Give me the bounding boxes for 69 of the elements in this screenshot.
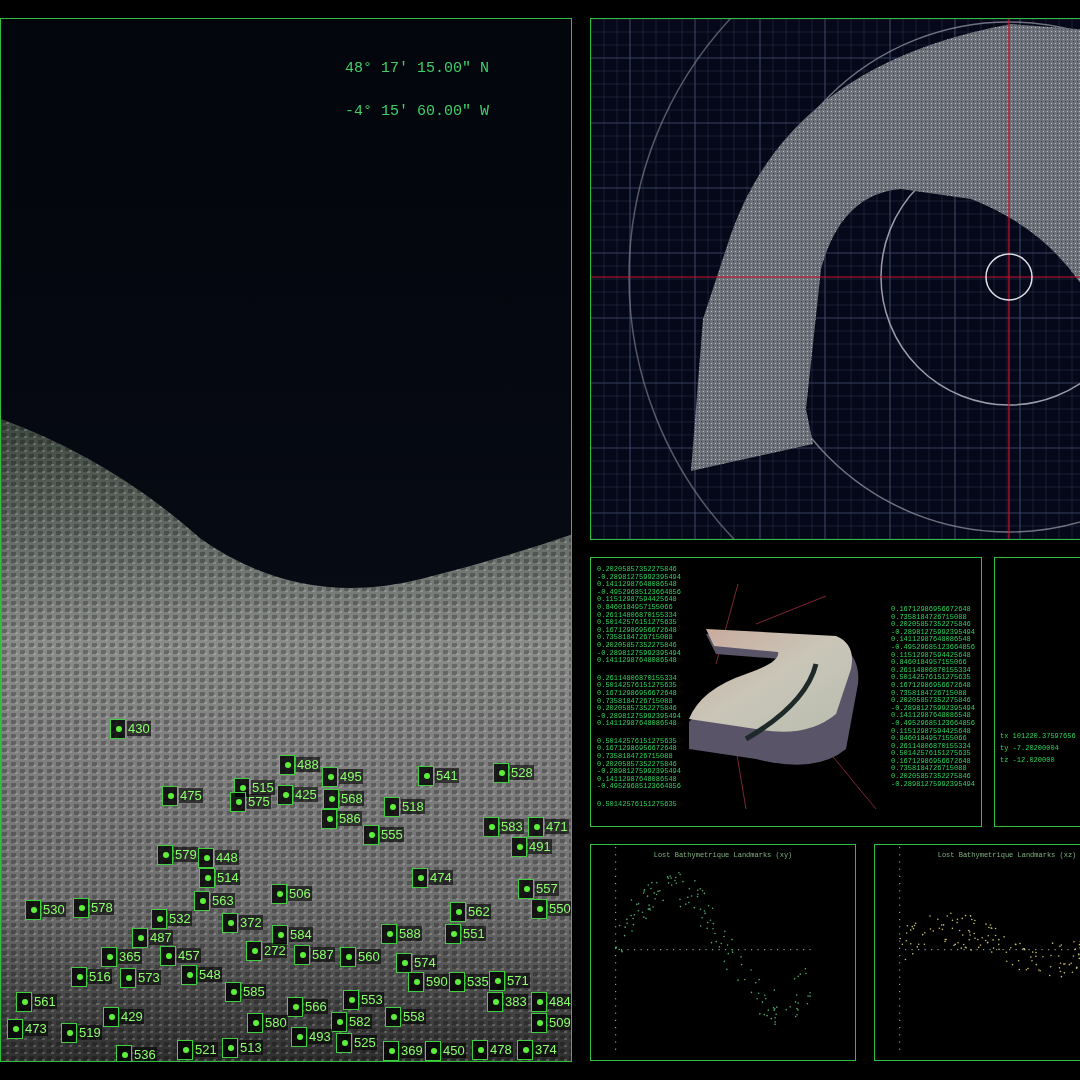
landmark-label: 521 (194, 1042, 218, 1057)
landmark-label: 573 (137, 970, 161, 985)
landmark-label: 519 (78, 1025, 102, 1040)
landmark-label: 584 (289, 927, 313, 942)
landmark-label: 272 (263, 943, 287, 958)
landmark-label: 515 (251, 780, 275, 795)
landmark-label: 474 (429, 870, 453, 885)
landmark-label: 579 (174, 847, 198, 862)
landmark-label: 488 (296, 757, 320, 772)
landmark-label: 478 (489, 1042, 513, 1057)
landmark-label: 374 (534, 1042, 558, 1057)
landmark-label: 532 (168, 911, 192, 926)
landmark-label: 429 (120, 1009, 144, 1024)
landmark-label: 518 (401, 799, 425, 814)
landmark-label: 484 (548, 994, 571, 1009)
landmark-label: 574 (413, 955, 437, 970)
landmark-label: 514 (216, 870, 240, 885)
landmark-label: 491 (528, 839, 552, 854)
landmark-label: 583 (500, 819, 524, 834)
landmark-label: 516 (88, 969, 112, 984)
landmark-label: 365 (118, 949, 142, 964)
landmark-label: 580 (264, 1015, 288, 1030)
coordinate-readout: 48° 17' 15.00" N (345, 59, 490, 79)
landmark-label: 563 (211, 893, 235, 908)
landmark-label: 582 (348, 1014, 372, 1029)
landmark-label: 487 (149, 930, 173, 945)
landmark-label: 475 (179, 788, 203, 803)
landmark-label: 561 (33, 994, 57, 1009)
landmark-label: 571 (506, 973, 530, 988)
landmark-label: 555 (380, 827, 404, 842)
landmark-label: 551 (462, 926, 486, 941)
landmark-label: 587 (311, 947, 335, 962)
landmark-label: 473 (24, 1021, 48, 1036)
landmark-label: 575 (247, 794, 271, 809)
landmark-label: 553 (360, 992, 384, 1007)
landmark-label: 495 (339, 769, 363, 784)
landmark-label: 535 (466, 974, 490, 989)
landmark-label: 541 (435, 768, 459, 783)
landmark-label: 513 (239, 1040, 263, 1055)
landmark-label: 372 (239, 915, 263, 930)
landmark-label: 471 (545, 819, 569, 834)
landmark-label: 509 (548, 1015, 571, 1030)
landmark-label: 450 (442, 1043, 466, 1058)
landmark-label: 548 (198, 967, 222, 982)
landmark-label: 550 (548, 901, 571, 916)
landmark-label: 585 (242, 984, 266, 999)
landmark-label: 430 (127, 721, 151, 736)
landmark-label: 383 (504, 994, 528, 1009)
landmark-label: 369 (400, 1043, 424, 1058)
landmark-label: 525 (353, 1035, 377, 1050)
landmark-label: 568 (340, 791, 364, 806)
landmark-label: 560 (357, 949, 381, 964)
landmark-label: 536 (133, 1047, 157, 1061)
landmark-label: 586 (338, 811, 362, 826)
landmark-label: 457 (177, 948, 201, 963)
landmark-label: 562 (467, 904, 491, 919)
landmark-label: 530 (42, 902, 66, 917)
landmark-label: 448 (215, 850, 239, 865)
landmark-label: 590 (425, 974, 449, 989)
coordinate-readout: -4° 15' 60.00" W (345, 102, 490, 122)
landmark-label: 493 (308, 1029, 332, 1044)
landmark-label: 557 (535, 881, 559, 896)
landmark-label: 578 (90, 900, 114, 915)
landmark-label: 566 (304, 999, 328, 1014)
landmark-label: 506 (288, 886, 312, 901)
landmark-label: 528 (510, 765, 534, 780)
landmark-label: 588 (398, 926, 422, 941)
landmark-label: 558 (402, 1009, 426, 1024)
landmark-label: 425 (294, 787, 318, 802)
